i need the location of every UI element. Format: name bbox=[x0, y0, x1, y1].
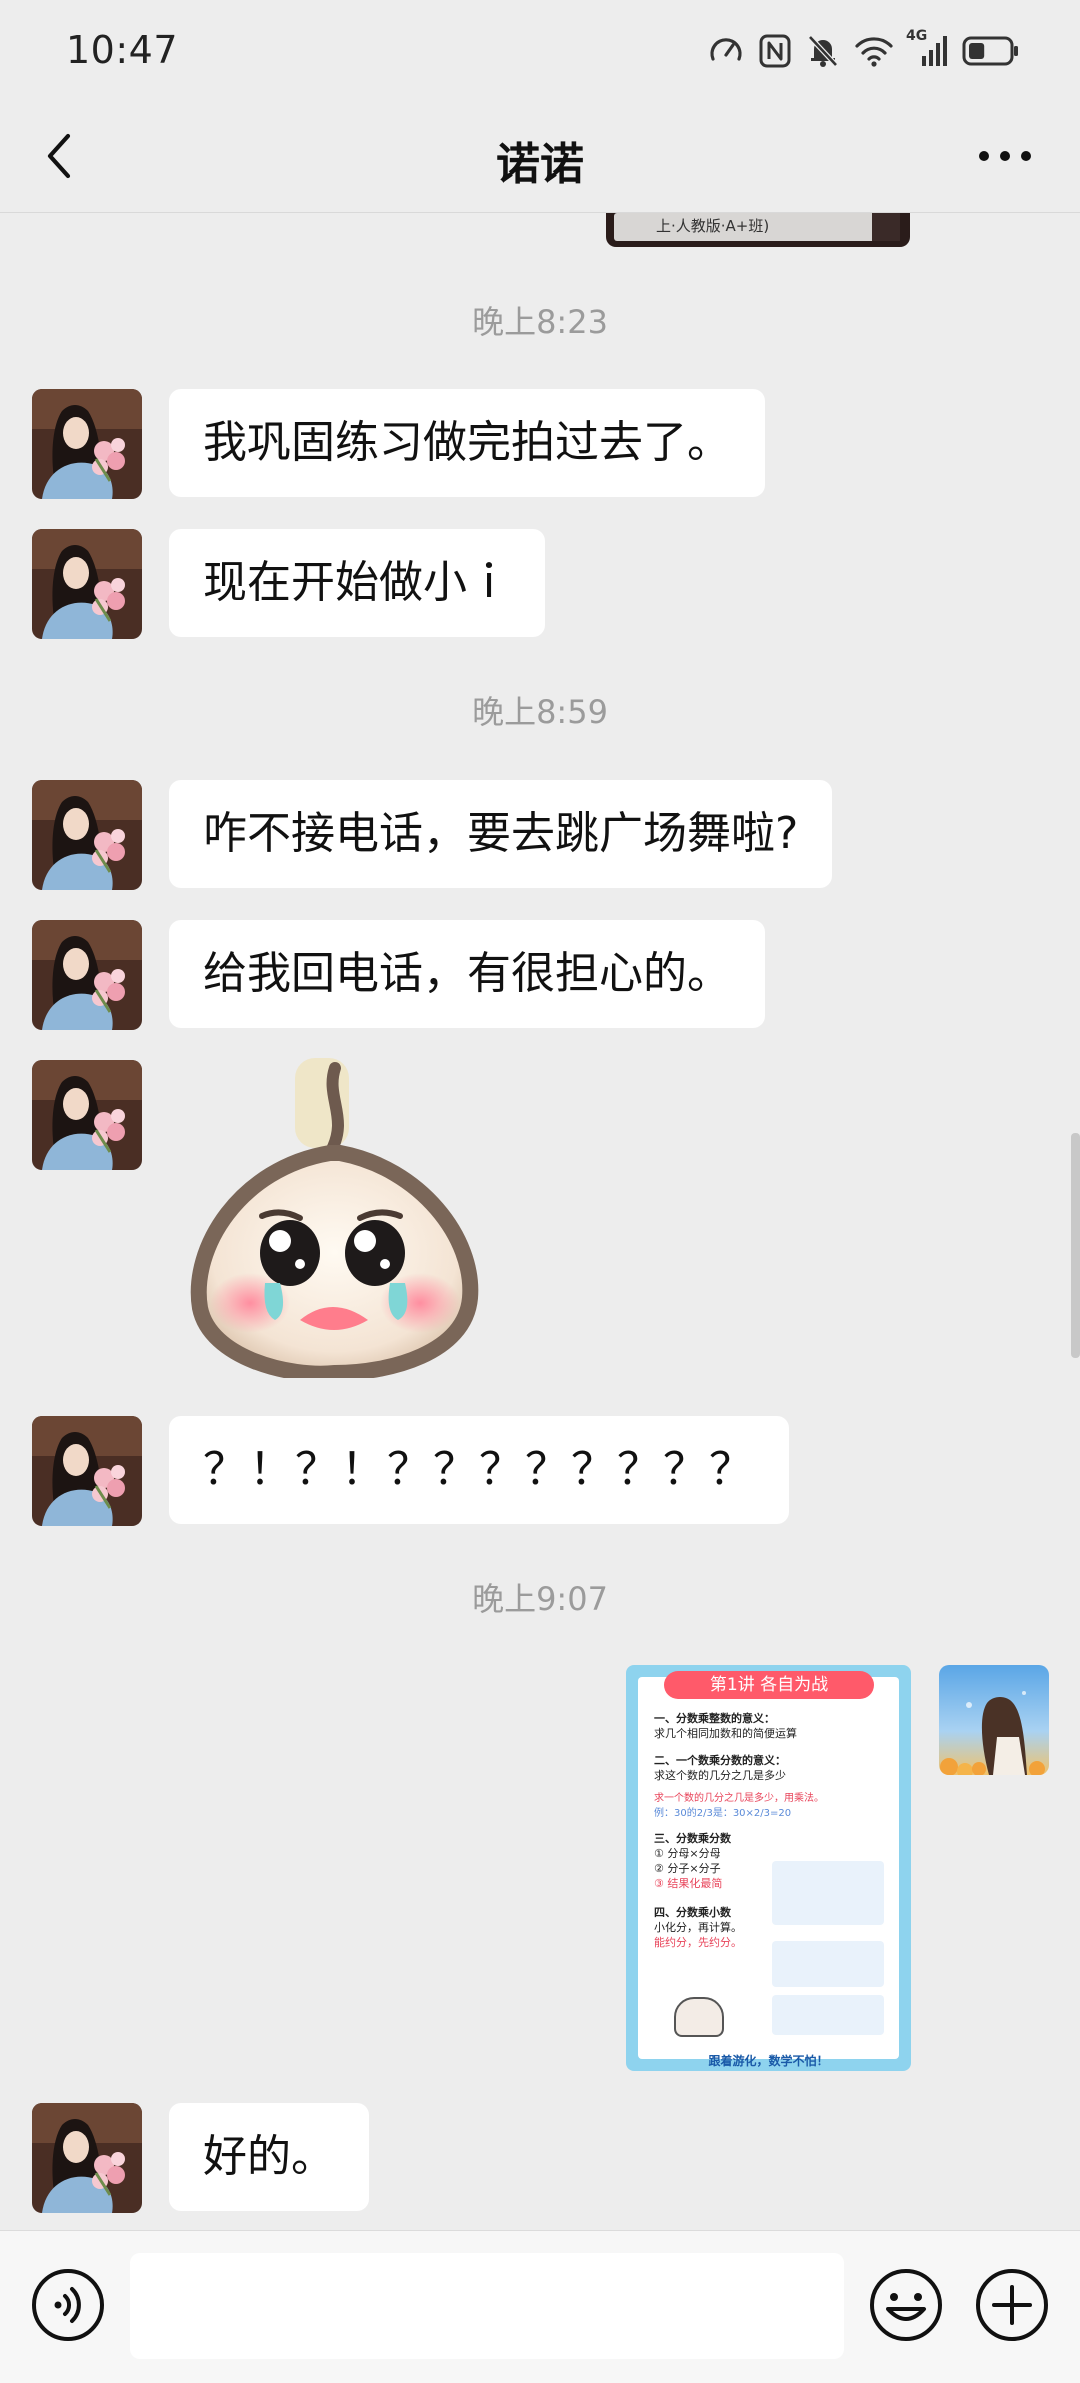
worksheet-sec1-title: 一、分数乘整数的意义： bbox=[654, 1712, 775, 1725]
chat-title: 诺诺 bbox=[496, 139, 584, 190]
emoji-icon bbox=[870, 2269, 942, 2341]
worksheet-formula-box bbox=[772, 1995, 884, 2035]
message-bubble[interactable]: 现在开始做小ｉ bbox=[169, 529, 545, 637]
message-bubble[interactable]: 给我回电话，有很担心的。 bbox=[169, 920, 765, 1028]
worksheet-title: 第1讲 各自为战 bbox=[664, 1671, 874, 1699]
contact-avatar[interactable] bbox=[32, 1060, 142, 1170]
voice-button[interactable] bbox=[28, 2265, 108, 2345]
contact-avatar[interactable] bbox=[32, 2103, 142, 2213]
time-label: 晚上8:23 bbox=[472, 303, 608, 341]
plus-button[interactable] bbox=[972, 2265, 1052, 2345]
worksheet-footer: 跟着游化，数学不怕！ bbox=[708, 2054, 829, 2068]
sticker-message[interactable] bbox=[180, 1058, 490, 1382]
wifi-icon bbox=[854, 34, 894, 68]
worksheet-sec2-rule: 求一个数的几分之几是多少，用乘法。 bbox=[654, 1793, 824, 1804]
status-bar: 10:47 4G bbox=[0, 0, 1080, 100]
mute-bell-icon bbox=[806, 33, 840, 69]
message-bubble[interactable]: 好的。 bbox=[169, 2103, 369, 2211]
contact-avatar[interactable] bbox=[32, 920, 142, 1030]
message-input[interactable] bbox=[130, 2253, 844, 2359]
message-list[interactable]: 上·人教版·A+班) 晚上8:23 我巩固练习做完拍过去了。 现在开始做小ｉ 晚… bbox=[0, 213, 1080, 2230]
worksheet-sec2-body: 求这个数的几分之几是多少 bbox=[654, 1769, 786, 1782]
chat-header: 诺诺 bbox=[0, 100, 1080, 212]
plus-icon bbox=[976, 2269, 1048, 2341]
worksheet-formula-box bbox=[772, 1861, 884, 1925]
nfc-icon bbox=[758, 33, 792, 69]
scrollbar-thumb[interactable] bbox=[1071, 1133, 1080, 1358]
worksheet-sec3-line1: ① 分母×分母 bbox=[654, 1847, 721, 1860]
worksheet-sec2-title: 二、一个数乘分数的意义： bbox=[654, 1754, 786, 1767]
message-bubble[interactable]: 我巩固练习做完拍过去了。 bbox=[169, 389, 765, 497]
worksheet-sec1-body: 求几个相同加数和的简便运算 bbox=[654, 1727, 797, 1740]
message-bubble[interactable]: 咋不接电话，要去跳广场舞啦? bbox=[169, 780, 833, 888]
message-bubble[interactable]: ？！？！？？？？？？？？ bbox=[169, 1416, 789, 1524]
input-bar bbox=[0, 2230, 1080, 2383]
more-button[interactable] bbox=[970, 126, 1040, 186]
worksheet-formula-box bbox=[772, 1941, 884, 1987]
signal-icon: 4G bbox=[906, 28, 948, 68]
my-avatar[interactable] bbox=[939, 1665, 1049, 1775]
time-label: 晚上9:07 bbox=[472, 1580, 608, 1618]
more-dots-icon bbox=[979, 151, 1031, 161]
contact-avatar[interactable] bbox=[32, 389, 142, 499]
image-message[interactable]: 第1讲 各自为战 一、分数乘整数的意义： 求几个相同加数和的简便运算 二、一个数… bbox=[626, 1665, 911, 2071]
voice-icon bbox=[32, 2269, 104, 2341]
worksheet-mascot-icon bbox=[674, 1997, 724, 2037]
status-icons: 4G bbox=[708, 28, 1020, 72]
contact-avatar[interactable] bbox=[32, 1416, 142, 1526]
time-label: 晚上8:59 bbox=[472, 693, 608, 731]
network-type-label: 4G bbox=[906, 28, 928, 44]
worksheet-sec2-example: 例：30的2/3是：30×2/3=20 bbox=[654, 1808, 792, 1819]
speed-gauge-icon bbox=[708, 33, 744, 69]
crying-bun-sticker bbox=[190, 1058, 479, 1382]
worksheet-sec3-title: 三、分数乘分数 bbox=[654, 1832, 731, 1845]
previous-image-message[interactable]: 上·人教版·A+班) bbox=[606, 213, 910, 247]
emoji-button[interactable] bbox=[866, 2265, 946, 2345]
status-time: 10:47 bbox=[66, 28, 179, 72]
previous-image-caption: 上·人教版·A+班) bbox=[656, 217, 770, 235]
contact-avatar[interactable] bbox=[32, 529, 142, 639]
battery-icon bbox=[962, 35, 1020, 67]
contact-avatar[interactable] bbox=[32, 780, 142, 890]
